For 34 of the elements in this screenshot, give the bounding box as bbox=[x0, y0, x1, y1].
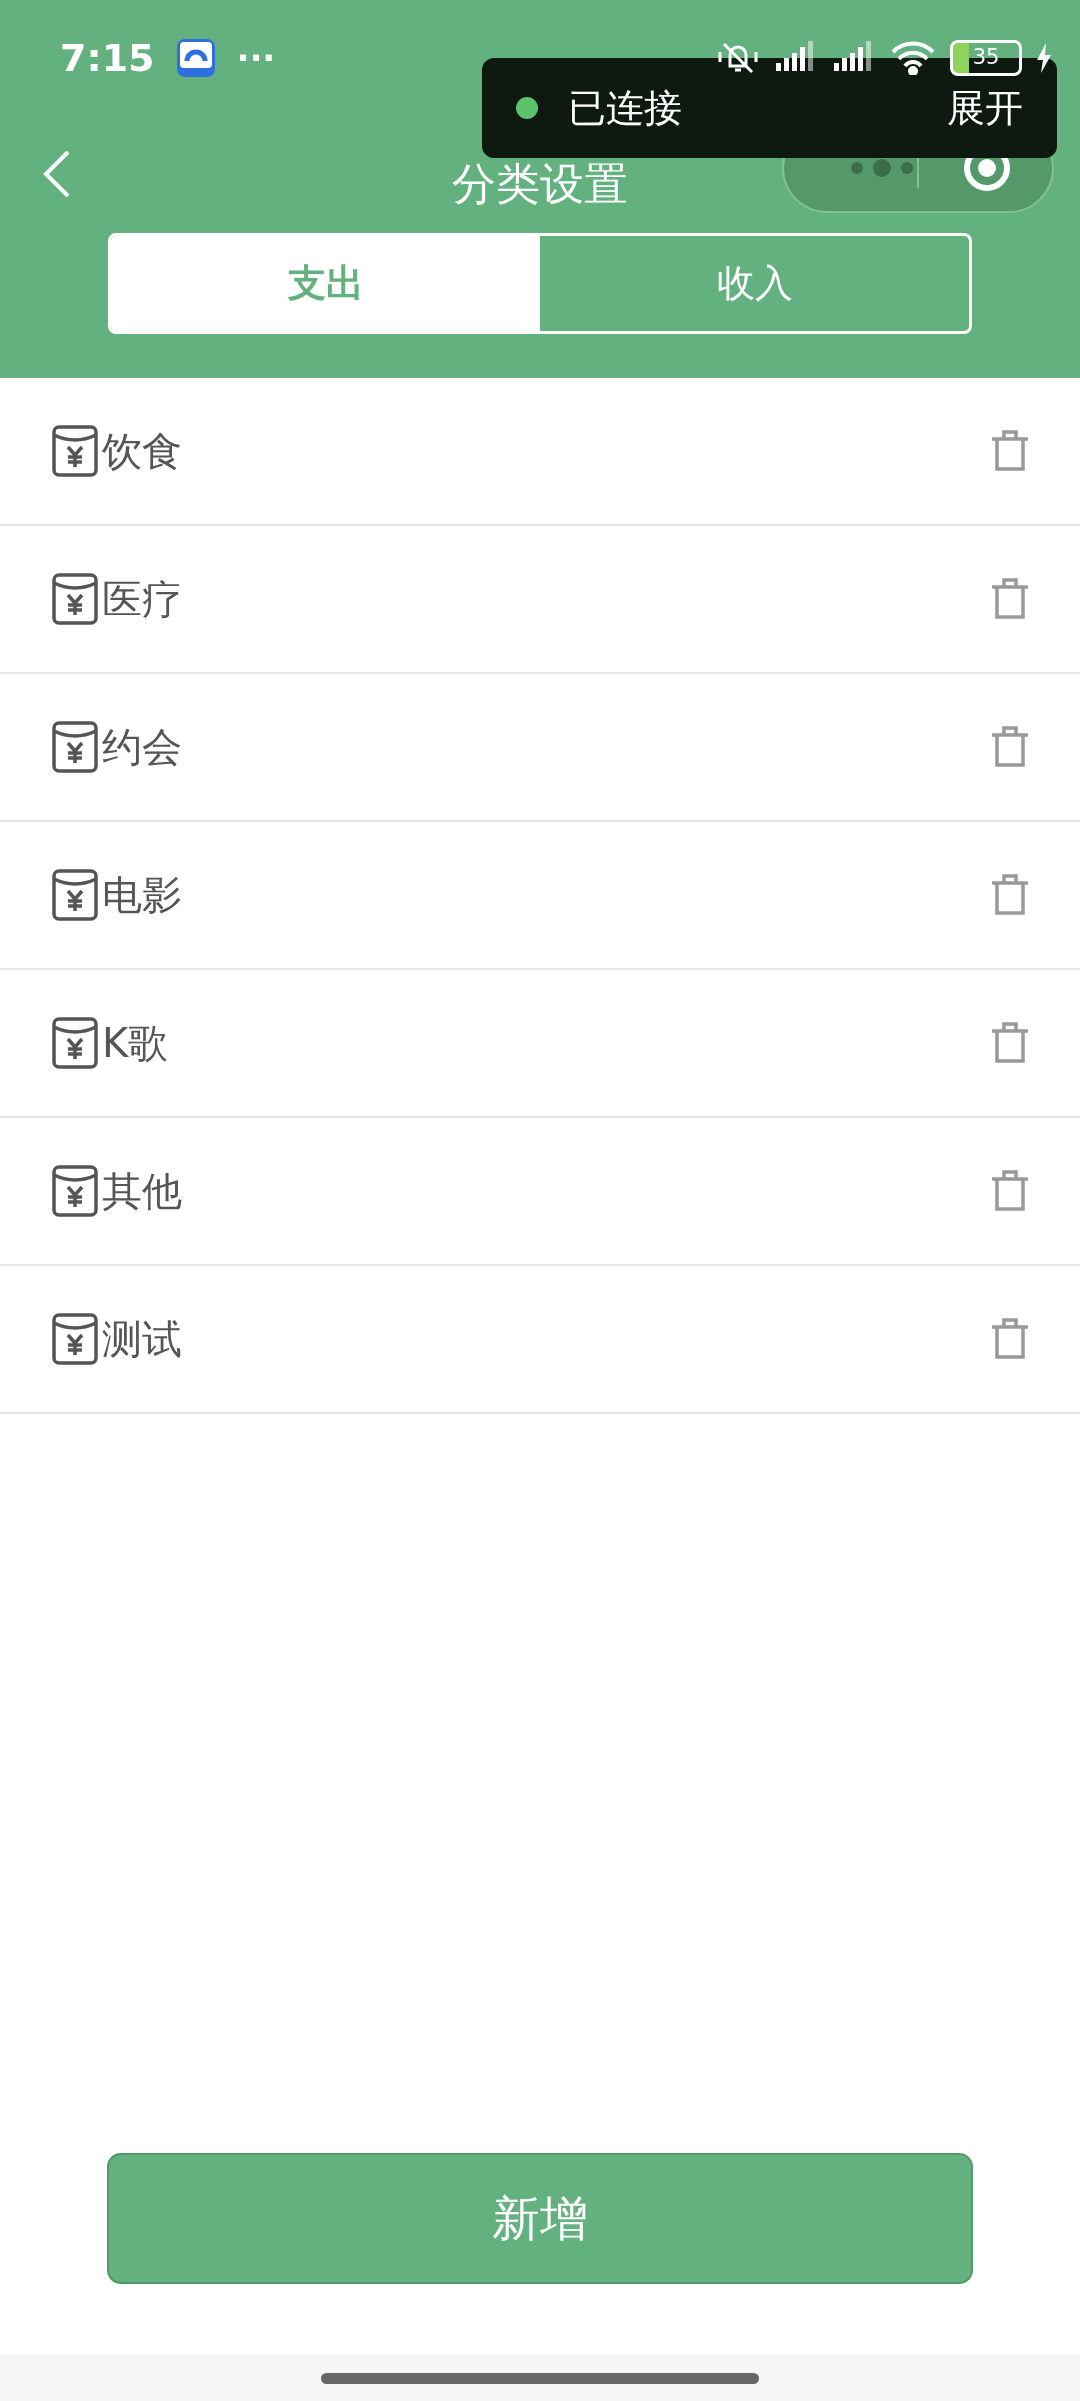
home-indicator[interactable] bbox=[321, 2372, 759, 2384]
app-icon bbox=[176, 38, 215, 77]
expand-link[interactable]: 展开 bbox=[947, 82, 1023, 134]
more-notifications: ··· bbox=[236, 37, 276, 78]
money-envelope-icon bbox=[52, 1313, 98, 1365]
money-envelope-icon bbox=[52, 869, 98, 921]
page-title: 分类设置 bbox=[451, 157, 629, 211]
money-envelope-icon bbox=[52, 721, 98, 773]
tab[interactable]: 支出 bbox=[111, 236, 540, 331]
category-name: 约会 bbox=[102, 722, 183, 772]
wifi-icon bbox=[890, 40, 936, 75]
status-time: 7:15 bbox=[60, 35, 155, 80]
add-button[interactable]: 新增 bbox=[107, 2153, 973, 2284]
tab[interactable]: 收入 bbox=[540, 236, 969, 331]
delete-icon[interactable] bbox=[990, 577, 1030, 621]
delete-icon[interactable] bbox=[990, 1169, 1030, 1213]
category-name: 医疗 bbox=[102, 574, 183, 624]
money-envelope-icon bbox=[52, 1165, 98, 1217]
back-icon[interactable] bbox=[42, 149, 72, 199]
delete-icon[interactable] bbox=[990, 725, 1030, 769]
delete-icon[interactable] bbox=[990, 1021, 1030, 1065]
money-envelope-icon bbox=[52, 573, 98, 625]
category-name: 其他 bbox=[102, 1166, 183, 1216]
money-envelope-icon bbox=[52, 1017, 98, 1069]
charging-icon bbox=[1036, 42, 1052, 73]
category-name: K歌 bbox=[102, 1018, 170, 1068]
delete-icon[interactable] bbox=[990, 873, 1030, 917]
money-envelope-icon bbox=[52, 425, 98, 477]
delete-icon[interactable] bbox=[990, 1317, 1030, 1361]
delete-icon[interactable] bbox=[990, 429, 1030, 473]
category-name: 电影 bbox=[102, 870, 183, 920]
toast-status: 已连接 bbox=[568, 84, 682, 132]
category-name: 饮食 bbox=[102, 426, 183, 476]
category-name: 测试 bbox=[102, 1314, 183, 1364]
